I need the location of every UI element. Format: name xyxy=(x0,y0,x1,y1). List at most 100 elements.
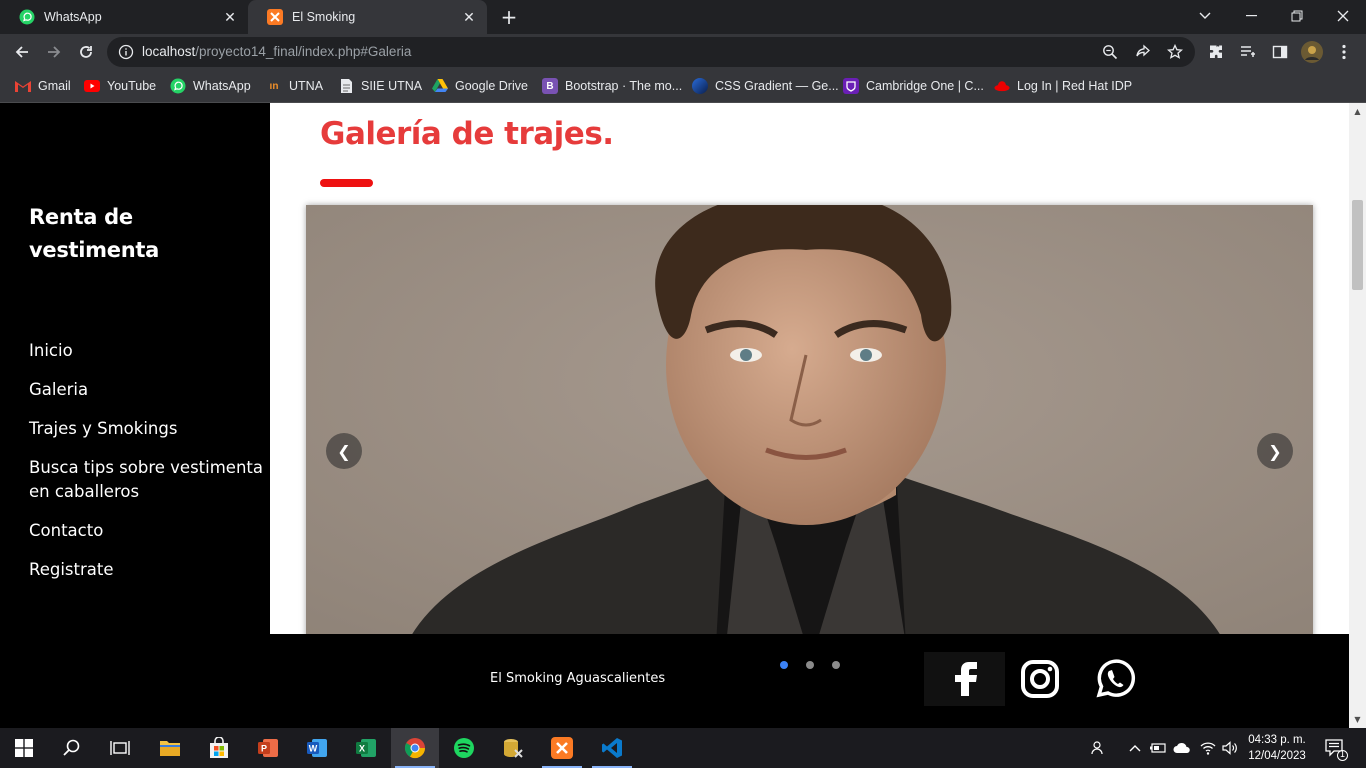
clock-time: 04:33 p. m. xyxy=(1248,734,1306,746)
web-page: Renta de vestimenta Inicio Galeria Traje… xyxy=(0,103,1349,728)
close-tab-icon[interactable]: ✕ xyxy=(461,9,477,25)
title-underline xyxy=(320,179,373,187)
carousel-prev-button[interactable]: ❮ xyxy=(326,433,362,469)
bookmark-cambridge-one[interactable]: Cambridge One | C... xyxy=(843,77,984,95)
show-hidden-icons-chevron[interactable] xyxy=(1125,738,1145,758)
css-gradient-icon xyxy=(692,78,708,94)
bookmark-label: Gmail xyxy=(38,79,71,93)
carousel-next-button[interactable]: ❯ xyxy=(1257,433,1293,469)
browser-toolbar: localhost/proyecto14_final/index.php#Gal… xyxy=(0,34,1366,70)
scroll-down-icon[interactable]: ▼ xyxy=(1349,711,1366,728)
carousel-indicator-1[interactable] xyxy=(780,661,788,669)
back-button[interactable] xyxy=(10,40,34,64)
svg-text:W: W xyxy=(309,744,318,754)
bookmark-youtube[interactable]: YouTube xyxy=(84,77,156,95)
database-tool-icon[interactable] xyxy=(489,728,537,768)
url-host: localhost xyxy=(142,44,196,59)
nav-item-registrate[interactable]: Registrate xyxy=(29,558,264,582)
google-drive-icon xyxy=(432,78,448,94)
xampp-icon xyxy=(267,9,283,25)
powerpoint-icon[interactable]: P xyxy=(244,728,292,768)
close-tab-icon[interactable]: ✕ xyxy=(222,9,238,25)
site-brand: Renta de vestimenta xyxy=(29,205,159,262)
new-tab-button[interactable]: + xyxy=(498,5,520,29)
excel-icon[interactable]: X xyxy=(342,728,390,768)
bookmark-label: SIIE UTNA xyxy=(361,79,423,93)
instagram-icon[interactable] xyxy=(1015,652,1065,706)
bookmark-label: Bootstrap · The mo... xyxy=(565,79,683,93)
page-scrollbar[interactable]: ▲ ▼ xyxy=(1349,103,1366,728)
bookmark-gmail[interactable]: Gmail xyxy=(15,77,71,95)
youtube-icon xyxy=(84,78,100,94)
restore-icon[interactable] xyxy=(1274,0,1320,32)
nav-item-inicio[interactable]: Inicio xyxy=(29,339,264,363)
bookmark-star-icon[interactable] xyxy=(1165,42,1185,62)
carousel-indicator-3[interactable] xyxy=(832,661,840,669)
bookmark-whatsapp[interactable]: WhatsApp xyxy=(170,77,251,95)
minimize-icon[interactable] xyxy=(1228,0,1274,32)
address-bar[interactable]: localhost/proyecto14_final/index.php#Gal… xyxy=(107,37,1195,67)
facebook-icon[interactable] xyxy=(924,652,1005,706)
extensions-icon[interactable] xyxy=(1204,40,1228,64)
close-window-icon[interactable] xyxy=(1320,0,1366,32)
nav-item-trajes-smokings[interactable]: Trajes y Smokings xyxy=(29,417,264,441)
tab-search-chevron-icon[interactable] xyxy=(1182,0,1228,32)
volume-icon[interactable] xyxy=(1220,738,1240,758)
url-text: localhost/proyecto14_final/index.php#Gal… xyxy=(142,44,411,59)
site-footer: El Smoking Aguascalientes xyxy=(0,634,1349,728)
scroll-up-icon[interactable]: ▲ xyxy=(1349,103,1366,120)
info-icon[interactable] xyxy=(116,42,136,62)
windows-start-icon[interactable] xyxy=(0,728,48,768)
forward-button[interactable] xyxy=(42,40,66,64)
bookmark-bootstrap[interactable]: B Bootstrap · The mo... xyxy=(542,77,682,95)
word-icon[interactable]: W xyxy=(293,728,341,768)
profile-avatar-icon[interactable] xyxy=(1300,40,1324,64)
bookmark-utna[interactable]: ın UTNA xyxy=(266,77,323,95)
carousel-indicators xyxy=(780,661,840,669)
bookmark-siie-utna[interactable]: SIIE UTNA xyxy=(338,77,422,95)
whatsapp-social-icon[interactable] xyxy=(1090,652,1140,706)
reload-button[interactable] xyxy=(74,40,98,64)
bookmark-label: CSS Gradient — Ge... xyxy=(715,79,839,93)
whatsapp-icon xyxy=(19,9,35,25)
onedrive-cloud-icon[interactable] xyxy=(1172,738,1192,758)
carousel-indicator-2[interactable] xyxy=(806,661,814,669)
zoom-icon[interactable] xyxy=(1100,42,1120,62)
side-panel-icon[interactable] xyxy=(1268,40,1292,64)
tab-el-smoking[interactable]: El Smoking ✕ xyxy=(248,0,487,34)
system-clock[interactable]: 04:33 p. m. 12/04/2023 xyxy=(1244,732,1310,764)
nav-item-galeria[interactable]: Galeria xyxy=(29,378,264,402)
reading-list-icon[interactable] xyxy=(1236,40,1260,64)
bookmark-label: YouTube xyxy=(107,79,157,93)
menu-kebab-icon[interactable] xyxy=(1332,40,1356,64)
people-icon[interactable] xyxy=(1089,738,1109,758)
notification-center-icon[interactable]: 1 xyxy=(1322,737,1348,761)
gallery-carousel: ❮ ❯ xyxy=(306,205,1313,645)
microsoft-store-icon[interactable] xyxy=(195,728,243,768)
utna-icon: ın xyxy=(269,80,279,92)
clock-date: 12/04/2023 xyxy=(1248,750,1306,762)
vscode-icon[interactable] xyxy=(588,728,636,768)
battery-icon[interactable] xyxy=(1148,738,1168,758)
tab-whatsapp[interactable]: WhatsApp ✕ xyxy=(0,0,248,34)
bookmark-css-gradient[interactable]: CSS Gradient — Ge... xyxy=(692,77,839,95)
scrollbar-thumb[interactable] xyxy=(1352,200,1363,290)
bookmark-redhat[interactable]: Log In | Red Hat IDP xyxy=(994,77,1132,95)
xampp-icon[interactable] xyxy=(538,728,586,768)
tab-strip: WhatsApp ✕ El Smoking ✕ + xyxy=(0,0,1366,34)
nav-item-contacto[interactable]: Contacto xyxy=(29,519,264,543)
bookmark-google-drive[interactable]: Google Drive xyxy=(432,77,528,95)
svg-text:P: P xyxy=(261,744,267,754)
spotify-icon[interactable] xyxy=(440,728,488,768)
search-icon[interactable] xyxy=(48,728,96,768)
share-icon[interactable] xyxy=(1133,42,1153,62)
bookmark-label: WhatsApp xyxy=(193,79,251,93)
wifi-icon[interactable] xyxy=(1198,738,1218,758)
svg-text:X: X xyxy=(359,744,365,754)
redhat-icon xyxy=(994,78,1010,94)
chrome-icon[interactable] xyxy=(391,728,439,768)
task-view-icon[interactable] xyxy=(96,728,144,768)
file-explorer-icon[interactable] xyxy=(146,728,194,768)
footer-text: El Smoking Aguascalientes xyxy=(490,671,666,686)
nav-item-tips[interactable]: Busca tips sobre vestimenta en caballero… xyxy=(29,456,264,504)
